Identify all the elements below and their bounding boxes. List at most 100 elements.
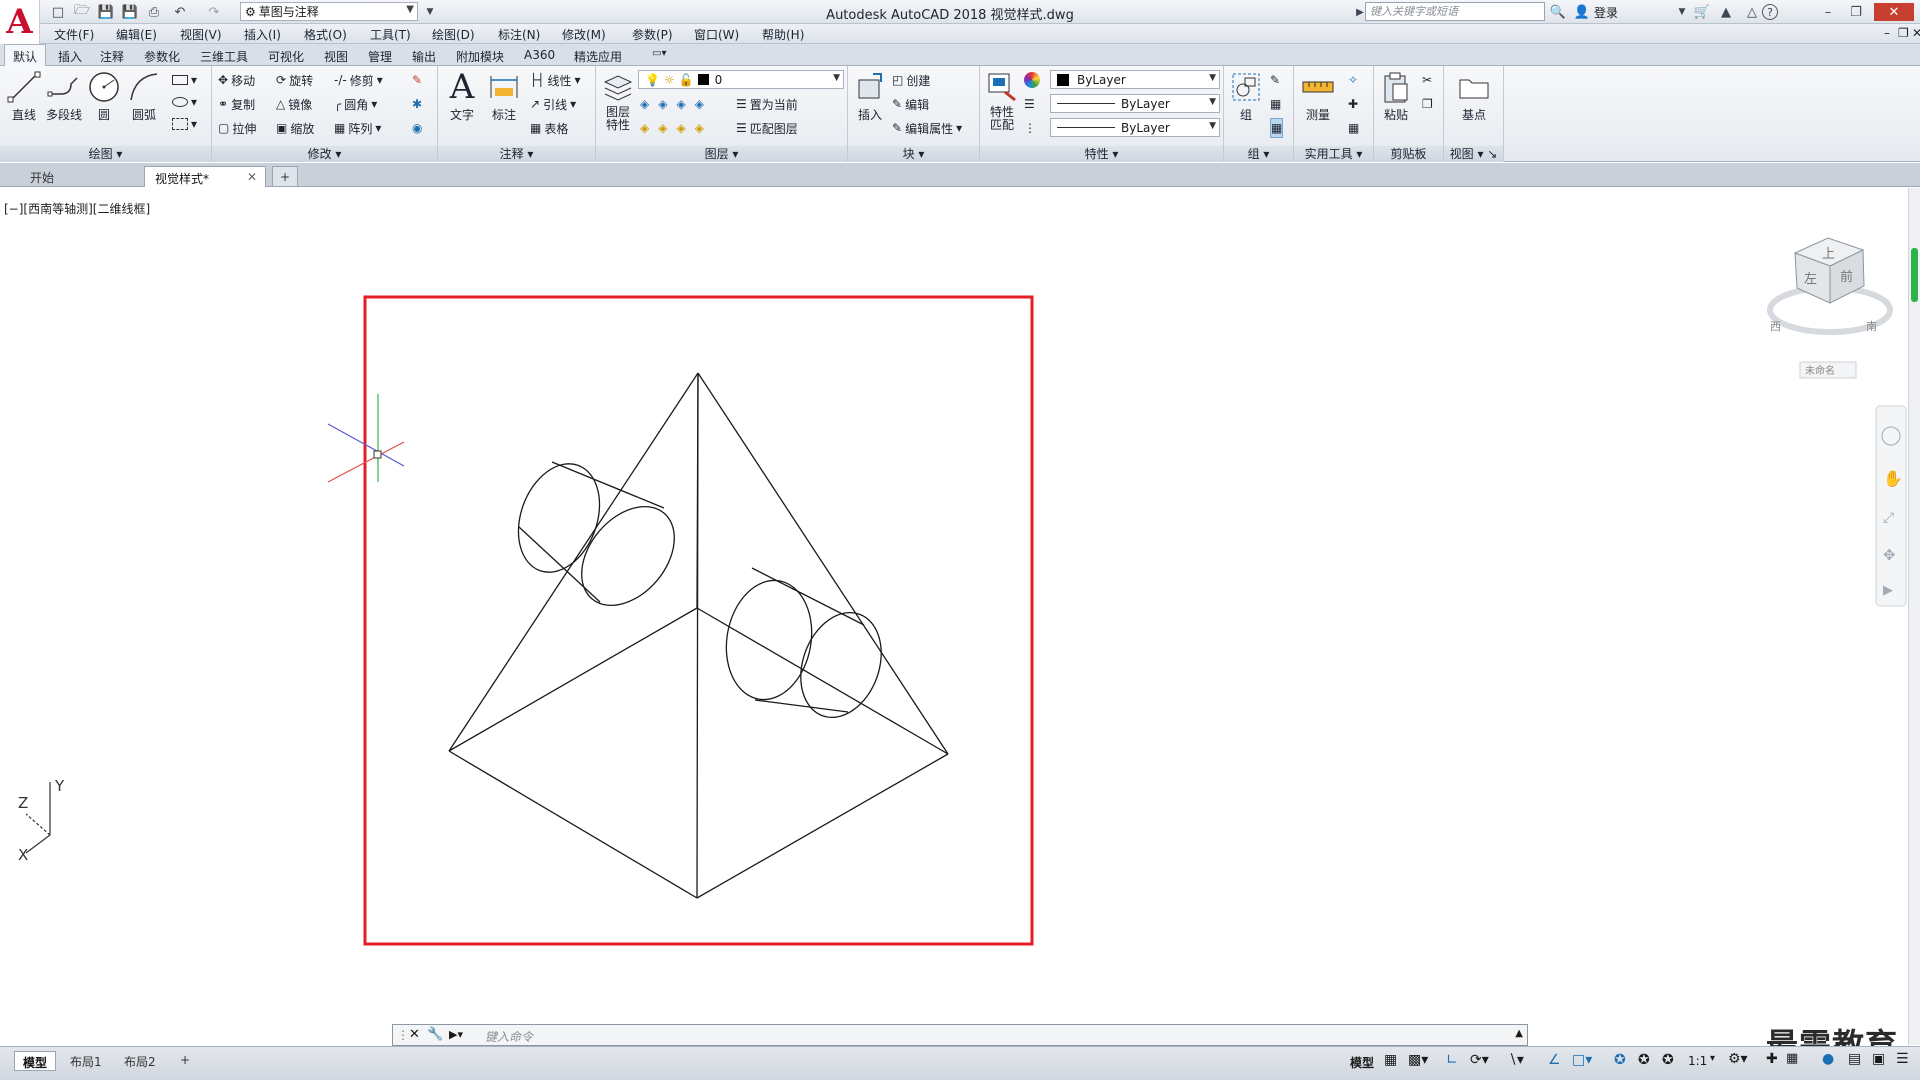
ortho-icon[interactable]: ∟ <box>1446 1052 1458 1068</box>
panel-modify-title[interactable]: 修改 ▾ <box>212 146 437 162</box>
tab-addins[interactable]: 附加模块 <box>456 48 504 65</box>
osnap-icon[interactable]: ∖▾ <box>1508 1052 1524 1068</box>
group-edit-button[interactable]: ▦ <box>1270 94 1281 114</box>
login-button[interactable]: 登录 <box>1594 4 1618 21</box>
offset-button[interactable]: ◉ <box>412 118 422 138</box>
user-icon[interactable]: 👤 <box>1572 3 1592 21</box>
dimension-button[interactable]: 标注 <box>484 70 524 123</box>
command-grip-icon[interactable]: ⋮ <box>397 1028 409 1042</box>
cart-icon[interactable]: 🛒 <box>1692 3 1712 21</box>
viewcube-ucs-menu[interactable]: 未命名 <box>1805 364 1835 377</box>
leader-button[interactable]: ↗ 引线 ▾ <box>530 94 576 114</box>
save-as-icon[interactable]: 💾 <box>120 3 140 21</box>
calculator-button[interactable]: ▦ <box>1348 118 1359 138</box>
showmotion-icon[interactable]: ▶ <box>1883 583 1893 598</box>
new-file-icon[interactable]: □ <box>48 3 68 21</box>
layout-tab-model[interactable]: 模型 <box>14 1051 57 1071</box>
orbit-icon[interactable]: ✥ <box>1883 546 1896 564</box>
doc-restore-icon[interactable]: ❐ <box>1898 26 1909 40</box>
annotation-scale-icon[interactable]: ✪ <box>1662 1052 1674 1068</box>
base-view-button[interactable]: 基点 <box>1454 70 1494 123</box>
polar-icon[interactable]: ⟳▾ <box>1470 1052 1489 1068</box>
dynamic-ucs-icon[interactable]: □▾ <box>1572 1052 1592 1068</box>
binoculars-icon[interactable]: 🔍 <box>1548 3 1568 21</box>
match-layer-button[interactable]: ☰ 匹配图层 <box>736 118 798 138</box>
new-tab-button[interactable]: + <box>272 166 298 187</box>
group-select-button[interactable]: ▦ <box>1270 118 1284 138</box>
menu-insert[interactable]: 插入(I) <box>244 26 281 43</box>
circle-button[interactable]: 圆 <box>84 70 124 123</box>
trim-button[interactable]: -/- 修剪 ▾ <box>334 70 383 90</box>
array-button[interactable]: ▦ 阵列 ▾ <box>334 118 381 138</box>
text-button[interactable]: A 文字 <box>442 70 482 123</box>
viewcube-west-label[interactable]: 西 <box>1770 320 1781 333</box>
autodesk-app-icon[interactable]: △ <box>1742 3 1762 21</box>
minimize-icon[interactable]: – <box>1818 3 1838 21</box>
panel-layers-title[interactable]: 图层 ▾ <box>596 146 847 162</box>
tab-parametric[interactable]: 参数化 <box>144 48 180 65</box>
qa-dropdown-icon[interactable]: ▼ <box>420 3 440 21</box>
search-input[interactable]: 键入关键字或短语 <box>1365 2 1545 21</box>
layer-unisolate-icon[interactable]: ◈ <box>658 121 673 135</box>
tab-annotate[interactable]: 注释 <box>100 48 124 65</box>
doc-close-icon[interactable]: ✕ <box>1912 26 1920 40</box>
layer-lock-icon[interactable]: ◈ <box>695 97 710 111</box>
drawing-canvas[interactable]: [−][西南等轴测][二维线框] Y Z X 上 左 前 西 南 未命名 ✋ ⤢… <box>0 188 1908 1045</box>
layer-select[interactable]: 💡 ☼ 🔓 0 ▼ <box>638 70 844 89</box>
snap-icon[interactable]: ▩▾ <box>1408 1052 1428 1068</box>
restore-icon[interactable]: ❐ <box>1846 3 1866 21</box>
annotation-visibility-icon[interactable]: ✪ <box>1614 1052 1626 1068</box>
fillet-button[interactable]: ╭ 圆角 ▾ <box>334 94 377 114</box>
make-current-button[interactable]: ☰ 置为当前 <box>736 94 798 114</box>
menu-draw[interactable]: 绘图(D) <box>432 26 475 43</box>
linetype-select[interactable]: ByLayer ▼ <box>1050 94 1220 113</box>
color-select[interactable]: ByLayer ▼ <box>1050 70 1220 89</box>
login-dropdown-icon[interactable]: ▼ <box>1672 3 1692 21</box>
annotation-scale-value[interactable]: 1:1 <box>1688 1054 1707 1068</box>
redo-icon[interactable]: ↷ <box>204 3 224 21</box>
rectangle-button[interactable]: ▾ <box>172 70 197 90</box>
panel-view-title[interactable]: 视图 ▾ ↘ <box>1444 146 1503 162</box>
annotation-autoscale-icon[interactable]: ✪ <box>1638 1052 1650 1068</box>
tab-featured-apps[interactable]: 精选应用 <box>574 48 622 65</box>
command-settings-icon[interactable]: 🔧 <box>427 1027 443 1042</box>
units-icon[interactable]: ▦ <box>1786 1051 1798 1066</box>
viewcube[interactable]: 上 左 前 西 南 未命名 <box>1767 237 1893 379</box>
lineweight-list-button[interactable]: ⋮ <box>1024 118 1036 138</box>
edit-block-button[interactable]: ✎ 编辑 <box>892 94 929 114</box>
ellipse-button[interactable]: ▾ <box>172 92 197 112</box>
scale-dropdown-icon[interactable]: ▾ <box>1710 1053 1715 1064</box>
pan-icon[interactable]: ✋ <box>1883 469 1903 488</box>
explode-button[interactable]: ✱ <box>412 94 422 114</box>
tab-output[interactable]: 输出 <box>412 48 436 65</box>
cut-button[interactable]: ✂ <box>1422 70 1432 90</box>
panel-properties-title[interactable]: 特性 ▾ <box>980 146 1223 162</box>
ungroup-button[interactable]: ✎ <box>1270 70 1280 90</box>
save-icon[interactable]: 💾 <box>96 3 116 21</box>
fullscreen-icon[interactable]: ▣ <box>1872 1051 1885 1067</box>
panel-groups-title[interactable]: 组 ▾ <box>1224 146 1293 162</box>
add-icon[interactable]: ✚ <box>1766 1051 1778 1067</box>
workspace-select[interactable]: ⚙ 草图与注释 ▼ <box>240 2 418 21</box>
group-button[interactable]: 组 <box>1226 70 1266 123</box>
quickcalc-button[interactable]: ✧ <box>1348 70 1358 90</box>
tab-insert[interactable]: 插入 <box>58 48 82 65</box>
layer-properties-button[interactable]: 图层 特性 <box>598 70 638 132</box>
model-space-toggle[interactable]: 模型 <box>1350 1054 1374 1071</box>
layout-tab-layout1[interactable]: 布局1 <box>62 1051 110 1071</box>
print-icon[interactable]: ⎙ <box>144 3 164 21</box>
copy-clip-button[interactable]: ❐ <box>1422 94 1433 114</box>
viewcube-top-label[interactable]: 上 <box>1822 247 1835 262</box>
lineweight-select[interactable]: ByLayer ▼ <box>1050 118 1220 137</box>
panel-block-title[interactable]: 块 ▾ <box>848 146 979 162</box>
insert-block-button[interactable]: 插入 <box>850 70 890 123</box>
menu-view[interactable]: 视图(V) <box>180 26 222 43</box>
rotate-button[interactable]: ⟳ 旋转 <box>276 70 313 90</box>
arc-button[interactable]: 圆弧 <box>124 70 164 123</box>
erase-button[interactable]: ✎ <box>412 70 422 90</box>
linetype-list-button[interactable]: ☰ <box>1024 94 1035 114</box>
add-layout-button[interactable]: + <box>172 1051 198 1071</box>
panel-utilities-title[interactable]: 实用工具 ▾ <box>1294 146 1373 162</box>
isolate-objects-icon[interactable]: ▤ <box>1848 1051 1861 1067</box>
menu-dimension[interactable]: 标注(N) <box>498 26 540 43</box>
